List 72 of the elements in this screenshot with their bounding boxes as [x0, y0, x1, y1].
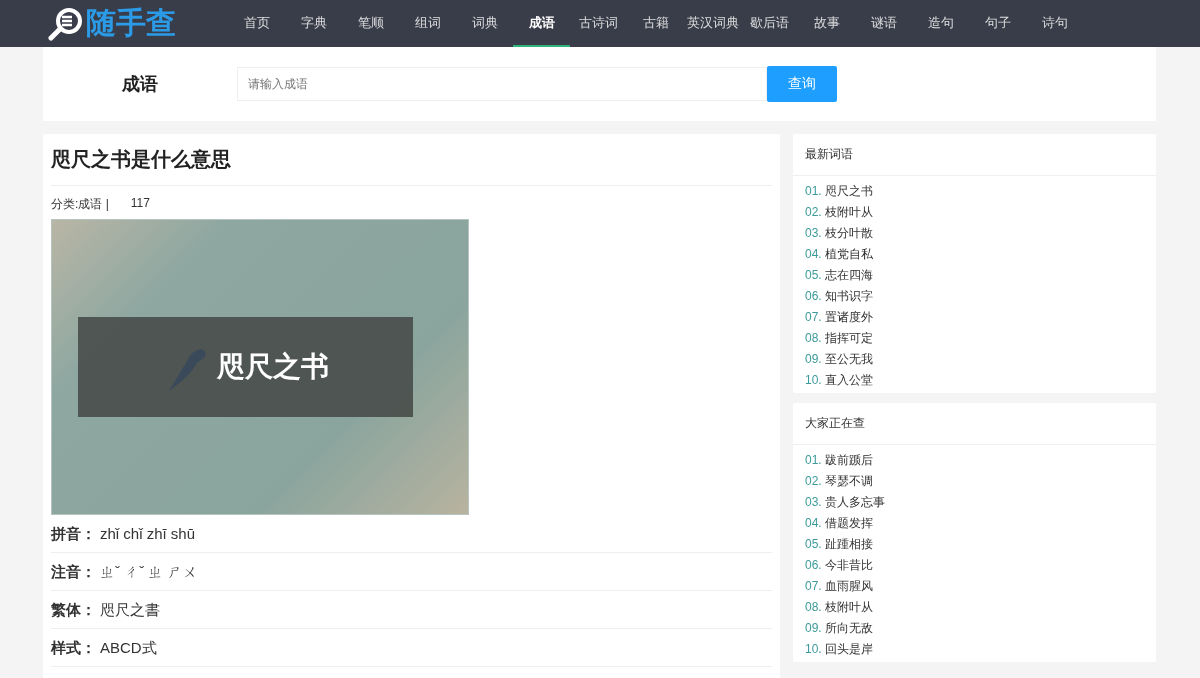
nav-tab[interactable]: 词典 [456, 0, 513, 47]
item-number: 10. [805, 373, 822, 387]
item-number: 06. [805, 289, 822, 303]
item-number: 07. [805, 579, 822, 593]
nav-tab[interactable]: 首页 [228, 0, 285, 47]
word-link[interactable]: 至公无我 [824, 352, 873, 366]
nav-tab[interactable]: 句子 [969, 0, 1026, 47]
view-count: 117 [130, 196, 150, 212]
item-number: 04. [805, 247, 822, 261]
item-number: 01. [805, 184, 822, 198]
word-link[interactable]: 志在四海 [824, 268, 873, 282]
site-logo-text[interactable]: 随手查 [86, 3, 176, 44]
nav-tab[interactable]: 古诗词 [570, 0, 627, 47]
field-value: ABCD式 [100, 639, 157, 656]
word-link[interactable]: 指挥可定 [824, 331, 873, 345]
nav-tab[interactable]: 故事 [798, 0, 855, 47]
list-heading: 最新词语 [793, 134, 1156, 176]
search-field[interactable]: 请输入成语 [237, 67, 767, 101]
word-link[interactable]: 借题发挥 [824, 516, 873, 530]
word-link[interactable]: 植党自私 [824, 247, 873, 261]
field-value: ㄓˇ ㄔˇ ㄓ ㄕㄨ [100, 563, 198, 580]
field-label: 繁体： [51, 601, 96, 618]
word-link[interactable]: 血雨腥风 [824, 579, 873, 593]
field-label: 注音： [51, 563, 96, 580]
nav-tab[interactable]: 字典 [285, 0, 342, 47]
nav-tab[interactable]: 笔顺 [342, 0, 399, 47]
field-value: zhǐ chǐ zhī shū [100, 525, 196, 542]
item-number: 05. [805, 537, 822, 551]
item-number: 06. [805, 558, 822, 572]
nav-tab[interactable]: 诗句 [1026, 0, 1083, 47]
item-number: 05. [805, 268, 822, 282]
item-number: 10. [805, 642, 822, 656]
cover-title: 咫尺之书 [217, 350, 329, 384]
field-label: 拼音： [51, 525, 96, 542]
field-label: 样式： [51, 639, 96, 656]
article-title: 咫尺之书是什么意思 [51, 134, 772, 186]
item-number: 03. [805, 495, 822, 509]
section-label: 成语 [121, 73, 159, 96]
word-link[interactable]: 回头是岸 [824, 642, 873, 656]
word-link[interactable]: 琴瑟不调 [824, 474, 873, 488]
item-number: 09. [805, 621, 822, 635]
nav-tab[interactable]: 组词 [399, 0, 456, 47]
word-link[interactable]: 趾踵相接 [824, 537, 873, 551]
item-number: 01. [805, 453, 822, 467]
word-link[interactable]: 枝附叶从 [824, 600, 873, 614]
nav-tab[interactable]: 造句 [912, 0, 969, 47]
nav-tab[interactable]: 英汉词典 [684, 0, 741, 47]
word-link[interactable]: 今非昔比 [824, 558, 873, 572]
item-number: 08. [805, 600, 822, 614]
word-link[interactable]: 所向无敌 [824, 621, 873, 635]
field-value: 咫尺之書 [100, 601, 160, 618]
word-link[interactable]: 直入公堂 [824, 373, 873, 387]
magnifier-logo-icon [48, 5, 84, 42]
word-link[interactable]: 置诸度外 [824, 310, 873, 324]
item-number: 09. [805, 352, 822, 366]
list-heading: 大家正在查 [793, 403, 1156, 445]
item-number: 08. [805, 331, 822, 345]
item-number: 02. [805, 205, 822, 219]
nav-tab[interactable]: 古籍 [627, 0, 684, 47]
item-number: 07. [805, 310, 822, 324]
nav-tab[interactable]: 歇后语 [741, 0, 798, 47]
word-link[interactable]: 跋前踬后 [824, 453, 873, 467]
word-link[interactable]: 枝附叶从 [824, 205, 873, 219]
word-link[interactable]: 贵人多忘事 [824, 495, 885, 509]
item-number: 02. [805, 474, 822, 488]
word-link[interactable]: 枝分叶散 [824, 226, 873, 240]
word-link[interactable]: 咫尺之书 [824, 184, 873, 198]
word-link[interactable]: 知书识字 [824, 289, 873, 303]
item-number: 03. [805, 226, 822, 240]
nav-tab[interactable]: 谜语 [855, 0, 912, 47]
item-number: 04. [805, 516, 822, 530]
category-text: 分类:成语 | [51, 196, 109, 213]
